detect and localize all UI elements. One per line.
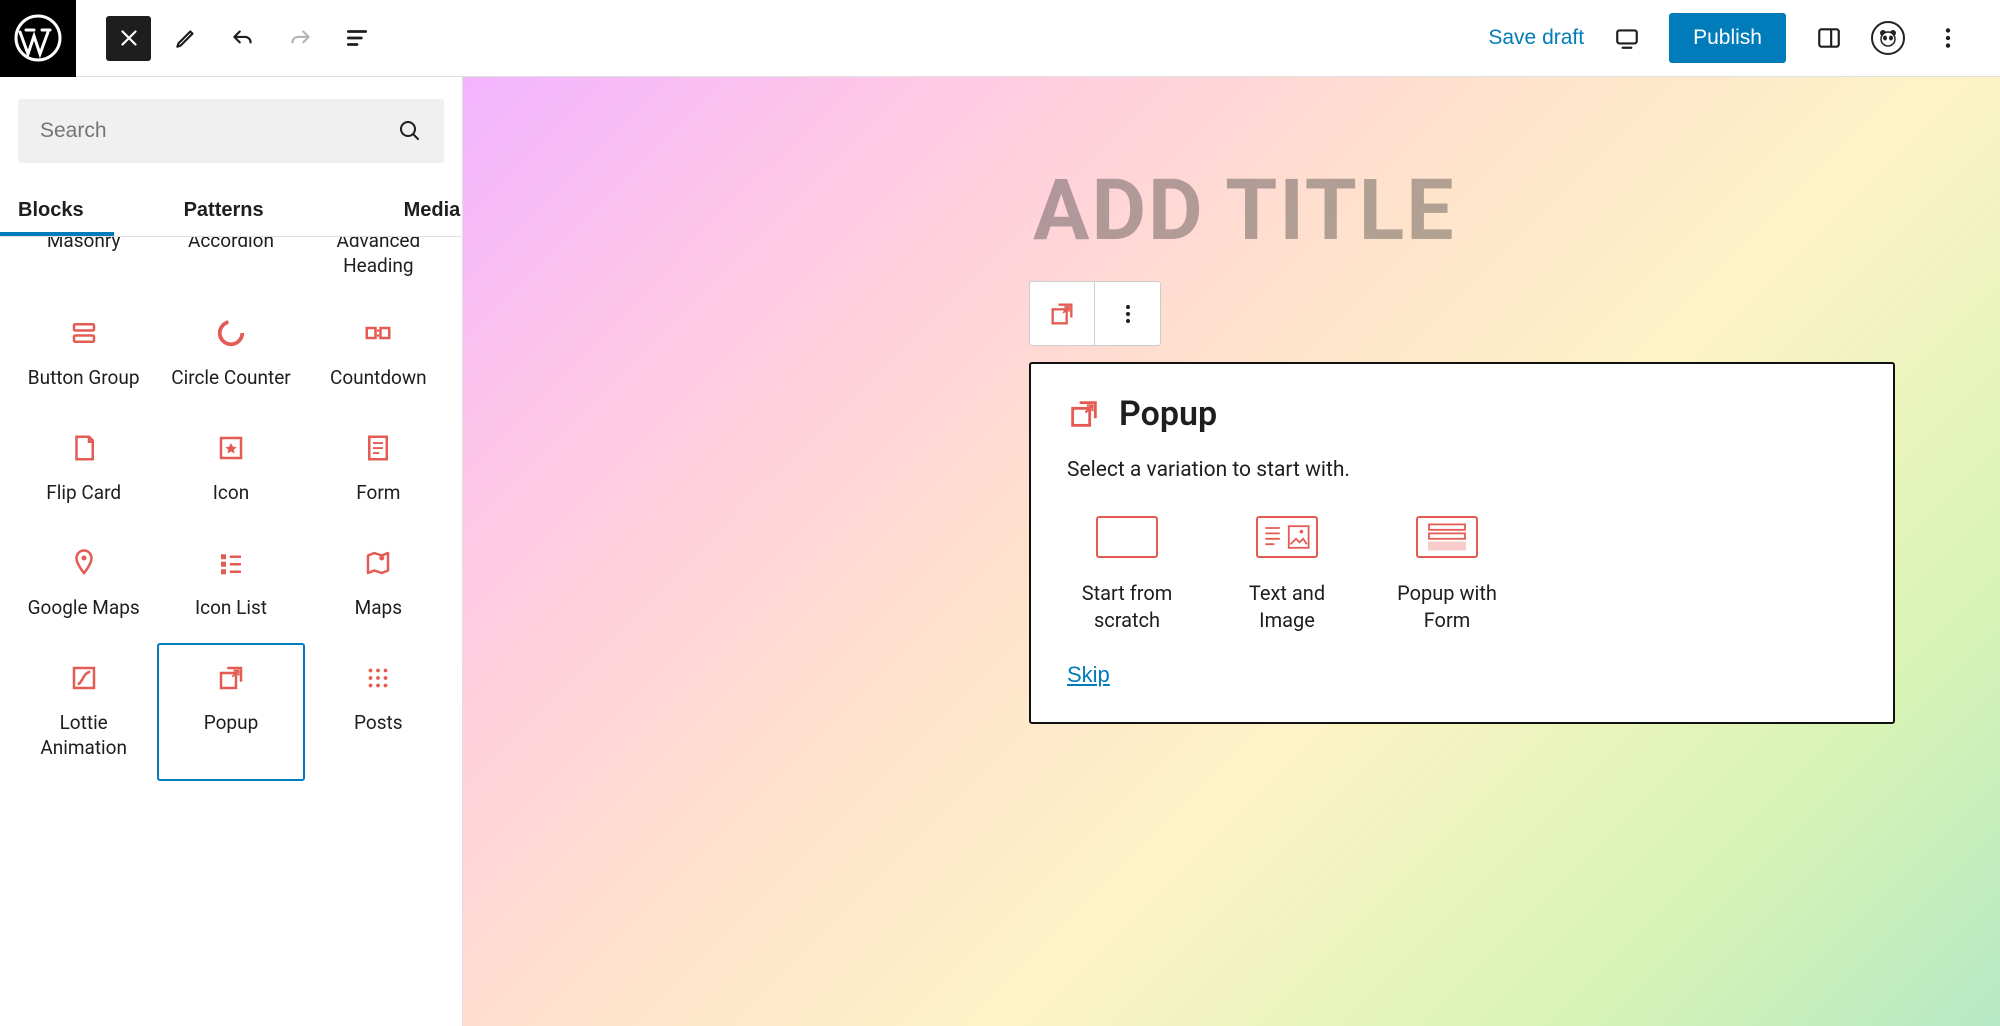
maps-icon xyxy=(363,548,393,578)
desktop-icon xyxy=(1614,25,1640,51)
block-accordion[interactable]: Accordion xyxy=(157,237,304,298)
editor-canvas[interactable]: ADD TITLE Popup Select a variation to st… xyxy=(463,77,2000,1026)
text-image-variation-icon xyxy=(1256,516,1318,558)
more-options-button[interactable] xyxy=(1925,16,1970,61)
search-box[interactable] xyxy=(18,99,444,163)
lottie-icon xyxy=(69,663,99,693)
block-flip-card[interactable]: Flip Card xyxy=(10,413,157,528)
icon-list-icon xyxy=(216,548,246,578)
panda-avatar-icon xyxy=(1876,26,1900,50)
page-title-placeholder[interactable]: ADD TITLE xyxy=(1033,161,1455,260)
pencil-icon xyxy=(173,25,199,51)
edit-button[interactable] xyxy=(163,16,208,61)
tab-blocks[interactable]: Blocks xyxy=(0,185,114,236)
block-icon[interactable]: Icon xyxy=(157,413,304,528)
wordpress-logo[interactable] xyxy=(0,0,76,77)
user-avatar[interactable] xyxy=(1871,21,1905,55)
block-maps[interactable]: Maps xyxy=(305,528,452,643)
variation-text-and-image[interactable]: Text and Image xyxy=(1227,516,1347,634)
block-posts[interactable]: Posts xyxy=(305,643,452,780)
popup-subtitle: Select a variation to start with. xyxy=(1067,458,1857,482)
block-lottie-animation[interactable]: Lottie Animation xyxy=(10,643,157,780)
tab-patterns[interactable]: Patterns xyxy=(114,185,334,236)
block-button-group[interactable]: Button Group xyxy=(10,298,157,413)
save-draft-button[interactable]: Save draft xyxy=(1488,26,1584,50)
block-circle-counter[interactable]: Circle Counter xyxy=(157,298,304,413)
icon-block-icon xyxy=(216,433,246,463)
popup-block-title: Popup xyxy=(1119,394,1217,434)
form-variation-icon xyxy=(1416,516,1478,558)
top-toolbar: Save draft Publish xyxy=(0,0,2000,77)
kebab-icon xyxy=(1935,25,1961,51)
settings-panel-button[interactable] xyxy=(1806,16,1851,61)
variation-start-from-scratch[interactable]: Start from scratch xyxy=(1067,516,1187,634)
undo-button[interactable] xyxy=(220,16,265,61)
list-view-icon xyxy=(344,25,370,51)
publish-button[interactable]: Publish xyxy=(1669,13,1786,63)
button-group-icon xyxy=(69,318,99,348)
redo-button[interactable] xyxy=(277,16,322,61)
block-advanced-heading[interactable]: Advanced Heading xyxy=(305,237,452,298)
popup-toolbar-icon xyxy=(1048,300,1076,328)
wordpress-icon xyxy=(14,14,62,62)
flip-card-icon xyxy=(69,433,99,463)
redo-icon xyxy=(287,25,313,51)
close-icon xyxy=(116,25,142,51)
block-inserter-panel: Blocks Patterns Media Masonry Accordion … xyxy=(0,77,463,1026)
search-input[interactable] xyxy=(40,119,398,143)
block-icon-list[interactable]: Icon List xyxy=(157,528,304,643)
search-icon xyxy=(398,119,422,143)
posts-icon xyxy=(363,663,393,693)
block-google-maps[interactable]: Google Maps xyxy=(10,528,157,643)
close-inserter-button[interactable] xyxy=(106,16,151,61)
scratch-variation-icon xyxy=(1096,516,1158,558)
blocks-list: Masonry Accordion Advanced Heading Butto… xyxy=(0,237,462,1026)
block-more-button[interactable] xyxy=(1095,282,1160,345)
popup-card-icon xyxy=(1067,397,1101,431)
block-type-button[interactable] xyxy=(1030,282,1095,345)
block-form[interactable]: Form xyxy=(305,413,452,528)
block-countdown[interactable]: Countdown xyxy=(305,298,452,413)
kebab-icon xyxy=(1114,300,1142,328)
block-toolbar xyxy=(1029,281,1161,346)
undo-icon xyxy=(230,25,256,51)
inserter-tabs: Blocks Patterns Media xyxy=(0,185,462,237)
popup-block-placeholder: Popup Select a variation to start with. … xyxy=(1029,362,1895,724)
sidebar-icon xyxy=(1816,25,1842,51)
variation-popup-with-form[interactable]: Popup with Form xyxy=(1387,516,1507,634)
block-masonry[interactable]: Masonry xyxy=(10,237,157,298)
skip-button[interactable]: Skip xyxy=(1067,662,1110,688)
block-popup[interactable]: Popup xyxy=(157,643,304,780)
document-overview-button[interactable] xyxy=(334,16,379,61)
countdown-icon xyxy=(363,318,393,348)
popup-icon xyxy=(216,663,246,693)
form-icon xyxy=(363,433,393,463)
circle-counter-icon xyxy=(216,318,246,348)
google-maps-icon xyxy=(69,548,99,578)
preview-button[interactable] xyxy=(1604,16,1649,61)
